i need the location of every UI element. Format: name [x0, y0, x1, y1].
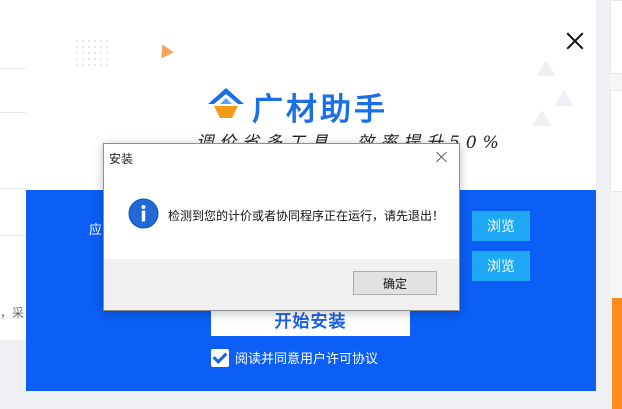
dialog-close-icon[interactable] [432, 148, 452, 166]
background-card [610, 90, 622, 192]
license-agreement: 阅读并同意用户许可协议 [211, 348, 378, 367]
agree-label[interactable]: 阅读并同意用户许可协议 [235, 348, 378, 367]
brand-name: 广材助手 [252, 92, 388, 128]
divider [0, 68, 26, 69]
logo-mark-icon [208, 88, 244, 118]
alert-dialog: 安装 检测到您的计价或者协同程序正在运行，请先退出！ 确定 [103, 143, 460, 311]
ok-button[interactable]: 确定 [353, 271, 437, 295]
close-button[interactable] [564, 30, 586, 52]
triangle-decoration [554, 90, 574, 106]
divider [0, 112, 26, 113]
triangle-decoration [156, 41, 174, 59]
dialog-title: 安装 [109, 152, 134, 166]
dot-pattern [74, 38, 110, 68]
dialog-message: 检测到您的计价或者协同程序正在运行，请先退出！ [168, 209, 445, 223]
triangle-decoration [536, 60, 556, 76]
background-text: ，采 [0, 306, 25, 320]
browse-button-2[interactable]: 浏览 [472, 251, 530, 281]
agree-checkbox[interactable] [211, 348, 229, 367]
triangle-decoration [532, 110, 552, 126]
info-icon [128, 198, 159, 229]
browse-button[interactable]: 浏览 [472, 211, 530, 241]
background-accent [612, 298, 622, 409]
divider [0, 235, 26, 236]
background-card [610, 0, 622, 74]
background-left-panel [0, 0, 27, 340]
dialog-footer: 确定 [104, 259, 459, 310]
divider [0, 188, 26, 189]
install-path-label: 应 [89, 223, 103, 238]
